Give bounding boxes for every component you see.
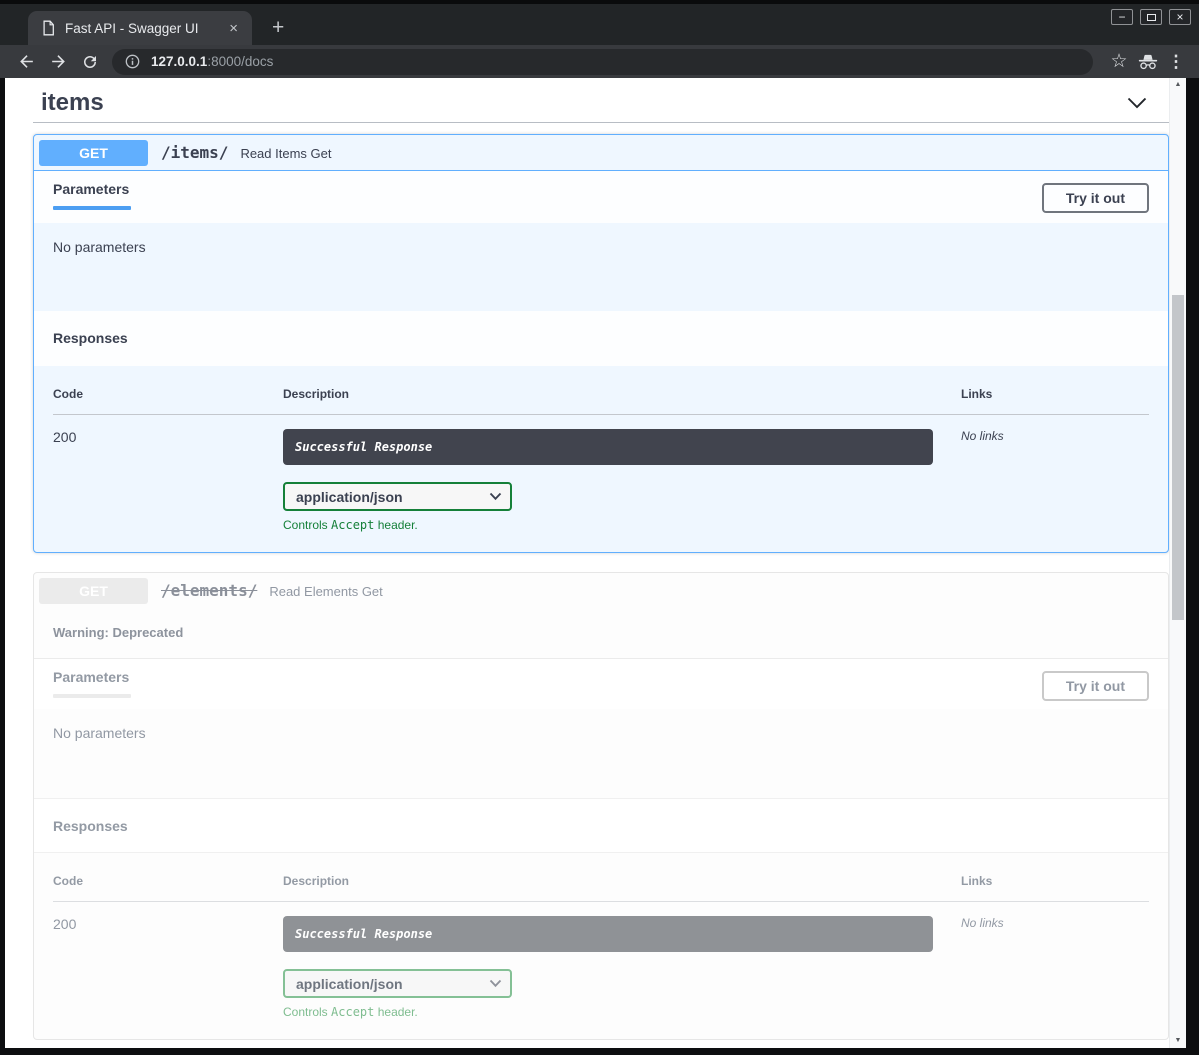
address-bar[interactable]: 127.0.0.1:8000/docs bbox=[112, 49, 1093, 75]
description-column-header: Description bbox=[283, 874, 961, 888]
parameters-body: No parameters bbox=[34, 223, 1168, 311]
responses-table-head: Code Description Links bbox=[53, 387, 1149, 415]
media-type-select-wrap: application/json bbox=[283, 482, 512, 511]
tag-section-title: items bbox=[41, 90, 104, 116]
opblock-summary[interactable]: GET /items/ Read Items Get bbox=[34, 135, 1168, 171]
endpoint-path: /elements/ bbox=[161, 581, 257, 600]
response-code: 200 bbox=[53, 429, 283, 532]
try-it-out-button[interactable]: Try it out bbox=[1042, 183, 1149, 213]
toolbar-right: ☆ ⋮ bbox=[1105, 50, 1189, 73]
tab-parameters: Parameters bbox=[53, 669, 131, 698]
responses-header: Responses bbox=[34, 798, 1168, 853]
site-info-icon[interactable] bbox=[125, 54, 140, 69]
opblock-get-elements-deprecated: GET /elements/ Read Elements Get Warning… bbox=[33, 572, 1169, 1040]
browser-chrome: Fast API - Swagger UI × + − × 127.0.0.1:… bbox=[0, 0, 1199, 78]
tag-section-header-wrap: items bbox=[33, 78, 1169, 123]
accept-note-suffix: header. bbox=[374, 518, 417, 532]
response-links-cell: No links bbox=[961, 429, 1149, 532]
browser-tab[interactable]: Fast API - Swagger UI × bbox=[28, 11, 252, 45]
opblock-summary[interactable]: GET /elements/ Read Elements Get bbox=[34, 573, 1168, 609]
links-column-header: Links bbox=[961, 874, 1149, 888]
new-tab-button[interactable]: + bbox=[266, 16, 290, 40]
tab-parameters: Parameters bbox=[53, 181, 131, 210]
responses-body: Code Description Links 200 Successful Re… bbox=[34, 366, 1168, 552]
media-type-select[interactable]: application/json bbox=[283, 482, 512, 511]
tag-section-header[interactable]: items bbox=[33, 78, 1169, 122]
scroll-up-arrow-icon[interactable]: ▲ bbox=[1170, 81, 1186, 89]
reload-button[interactable] bbox=[77, 49, 103, 75]
responses-title: Responses bbox=[53, 818, 128, 834]
section-collapse-chevron-icon[interactable] bbox=[1125, 94, 1149, 112]
accept-note-prefix: Controls bbox=[283, 1005, 331, 1019]
responses-table-head: Code Description Links bbox=[53, 874, 1149, 902]
incognito-icon bbox=[1133, 54, 1163, 70]
accept-header-note: Controls Accept header. bbox=[283, 1005, 933, 1019]
code-column-header: Code bbox=[53, 387, 283, 401]
accept-note-code: Accept bbox=[331, 1005, 374, 1019]
window-controls: − × bbox=[1111, 9, 1191, 25]
swagger-docs-page: items GET /items/ Read Items Get Paramet… bbox=[5, 78, 1186, 1048]
back-button[interactable] bbox=[13, 49, 39, 75]
url-path: :8000/docs bbox=[207, 54, 273, 69]
forward-button[interactable] bbox=[45, 49, 71, 75]
accept-note-prefix: Controls bbox=[283, 518, 331, 532]
response-code: 200 bbox=[53, 916, 283, 1019]
browser-toolbar: 127.0.0.1:8000/docs ☆ ⋮ bbox=[0, 45, 1199, 78]
try-it-out-button[interactable]: Try it out bbox=[1042, 671, 1149, 701]
window-close-button[interactable]: × bbox=[1169, 9, 1191, 25]
opblock-get-items: GET /items/ Read Items Get Parameters Tr… bbox=[33, 134, 1169, 553]
page-scrollbar[interactable]: ▲ ▼ bbox=[1169, 78, 1186, 1048]
parameters-body: No parameters bbox=[34, 709, 1168, 798]
url-text: 127.0.0.1:8000/docs bbox=[151, 54, 273, 69]
scrollbar-thumb[interactable] bbox=[1172, 295, 1184, 620]
response-description-cell: Successful Response application/json Con… bbox=[283, 429, 961, 532]
tab-close-icon[interactable]: × bbox=[225, 20, 242, 37]
spacer bbox=[33, 123, 1169, 134]
parameters-header-row: Parameters Try it out bbox=[34, 658, 1168, 709]
endpoint-summary: Read Elements Get bbox=[269, 582, 382, 599]
response-description-box: Successful Response bbox=[283, 916, 933, 952]
media-type-select-wrap: application/json bbox=[283, 969, 512, 998]
window-maximize-button[interactable] bbox=[1140, 9, 1162, 25]
parameters-title: Parameters bbox=[53, 181, 131, 197]
parameters-title: Parameters bbox=[53, 669, 131, 685]
accept-note-code: Accept bbox=[331, 518, 374, 532]
no-parameters-text: No parameters bbox=[53, 725, 146, 741]
http-method-badge: GET bbox=[39, 140, 148, 166]
endpoint-path: /items/ bbox=[161, 143, 228, 162]
accept-note-suffix: header. bbox=[374, 1005, 417, 1019]
links-column-header: Links bbox=[961, 387, 1149, 401]
response-row-200: 200 Successful Response application/json… bbox=[53, 902, 1149, 1019]
url-host: 127.0.0.1 bbox=[151, 54, 207, 69]
endpoint-summary: Read Items Get bbox=[240, 144, 331, 161]
active-tab-underline bbox=[53, 694, 131, 698]
window-minimize-button[interactable]: − bbox=[1111, 9, 1133, 25]
scroll-down-arrow-icon[interactable]: ▼ bbox=[1170, 1037, 1186, 1045]
page-content: items GET /items/ Read Items Get Paramet… bbox=[5, 78, 1186, 1048]
responses-body: Code Description Links 200 Successful Re… bbox=[34, 853, 1168, 1039]
response-description-cell: Successful Response application/json Con… bbox=[283, 916, 961, 1019]
parameters-header-row: Parameters Try it out bbox=[34, 171, 1168, 223]
tab-title: Fast API - Swagger UI bbox=[65, 21, 219, 36]
responses-title: Responses bbox=[53, 330, 128, 346]
bookmark-star-icon[interactable]: ☆ bbox=[1105, 50, 1133, 73]
code-column-header: Code bbox=[53, 874, 283, 888]
tab-strip: Fast API - Swagger UI × + − × bbox=[0, 4, 1199, 45]
response-links-cell: No links bbox=[961, 916, 1149, 1019]
maximize-icon bbox=[1147, 14, 1156, 21]
no-parameters-text: No parameters bbox=[53, 239, 146, 255]
description-column-header: Description bbox=[283, 387, 961, 401]
http-method-badge: GET bbox=[39, 578, 148, 604]
deprecated-warning: Warning: Deprecated bbox=[34, 609, 1168, 658]
active-tab-underline bbox=[53, 206, 131, 210]
media-type-select[interactable]: application/json bbox=[283, 969, 512, 998]
accept-header-note: Controls Accept header. bbox=[283, 518, 933, 532]
page-favicon-icon bbox=[42, 20, 55, 36]
response-description-box: Successful Response bbox=[283, 429, 933, 465]
browser-menu-icon[interactable]: ⋮ bbox=[1163, 52, 1189, 72]
response-row-200: 200 Successful Response application/json… bbox=[53, 415, 1149, 532]
responses-header: Responses bbox=[34, 311, 1168, 366]
